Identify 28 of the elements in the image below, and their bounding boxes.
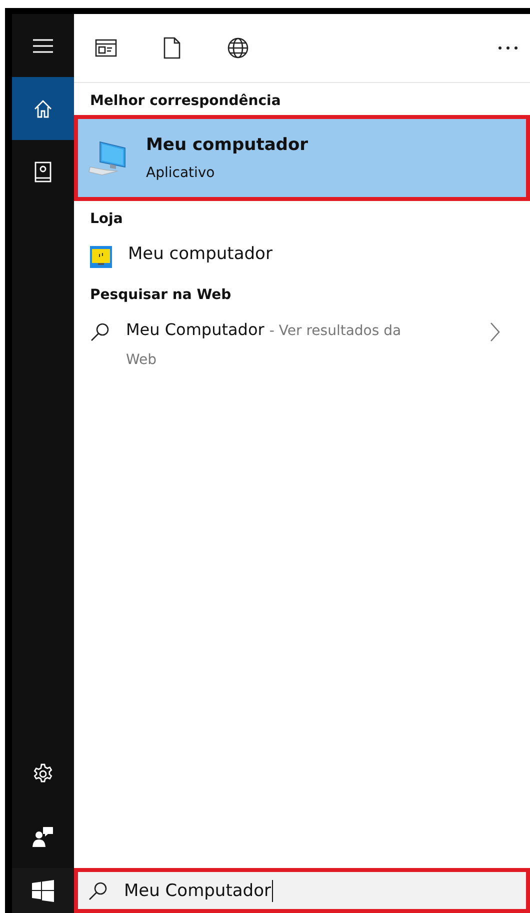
search-icon	[90, 322, 110, 342]
result-item[interactable]: Meu Computador - Ver resultados da Web	[74, 311, 530, 383]
menu-icon	[32, 38, 54, 54]
result-title: Meu Computador - Ver resultados da Web	[126, 319, 402, 370]
result-title: Meu computador	[128, 244, 272, 264]
store-app-icon	[90, 246, 112, 268]
section-heading: Pesquisar na Web	[90, 287, 232, 303]
computer-icon	[88, 140, 128, 176]
home-button[interactable]	[12, 77, 74, 140]
settings-icon	[32, 762, 54, 784]
section-heading: Melhor correspondência	[90, 93, 281, 109]
apps-filter-icon	[95, 39, 117, 57]
result-type: Aplicativo	[146, 165, 216, 181]
windows-icon	[32, 880, 54, 902]
feedback-icon	[32, 826, 54, 848]
result-item[interactable]: Meu computador Aplicativo	[74, 115, 530, 201]
globe-icon	[227, 37, 249, 59]
home-icon	[33, 98, 53, 118]
more-icon	[498, 46, 518, 50]
notebook-icon	[34, 160, 52, 182]
result-title: Meu computador	[146, 135, 308, 155]
start-button[interactable]	[12, 868, 74, 913]
search-field[interactable]: Meu Computador	[74, 868, 530, 913]
section-heading: Loja	[90, 211, 123, 227]
chevron-icon	[490, 322, 500, 342]
search-icon	[88, 880, 108, 900]
result-item[interactable]: Meu computador	[74, 235, 530, 277]
document-icon	[163, 37, 181, 59]
